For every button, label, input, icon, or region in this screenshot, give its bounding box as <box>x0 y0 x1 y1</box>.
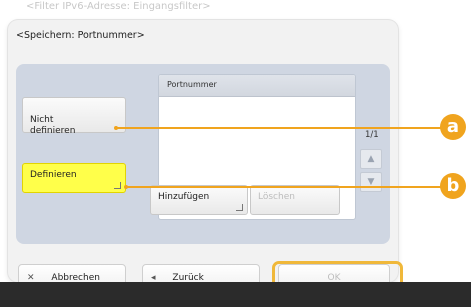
add-label: Hinzufügen <box>158 192 210 202</box>
bottom-band <box>0 282 471 307</box>
delete-label: Löschen <box>258 192 295 202</box>
corner-icon <box>236 204 243 211</box>
define-label: Definieren <box>30 170 77 180</box>
list-header: Portnummer <box>159 75 355 97</box>
callout-b-badge: b <box>440 173 466 199</box>
arrow-up-icon: ▲ <box>367 154 375 164</box>
add-button[interactable]: Hinzufügen <box>150 185 248 215</box>
define-button[interactable]: Definieren <box>22 163 126 193</box>
not-define-button[interactable]: Nicht definieren <box>22 97 126 136</box>
scroll-up-button[interactable]: ▲ <box>360 149 382 169</box>
not-define-label: Nicht definieren <box>30 115 76 136</box>
callout-a-line <box>116 127 446 129</box>
callout-a-badge: a <box>440 114 466 140</box>
dialog-title: <Speichern: Portnummer> <box>16 30 145 41</box>
delete-button[interactable]: Löschen <box>250 185 340 215</box>
callout-b-line <box>126 186 446 188</box>
page-indicator: 1/1 <box>365 130 379 140</box>
corner-icon <box>114 182 121 189</box>
scroll-down-button[interactable]: ▼ <box>360 172 382 192</box>
background-title: <Filter IPv6-Adresse: Eingangsfilter> <box>26 1 211 12</box>
port-number-dialog: <Speichern: Portnummer> Nicht definieren… <box>8 20 403 295</box>
